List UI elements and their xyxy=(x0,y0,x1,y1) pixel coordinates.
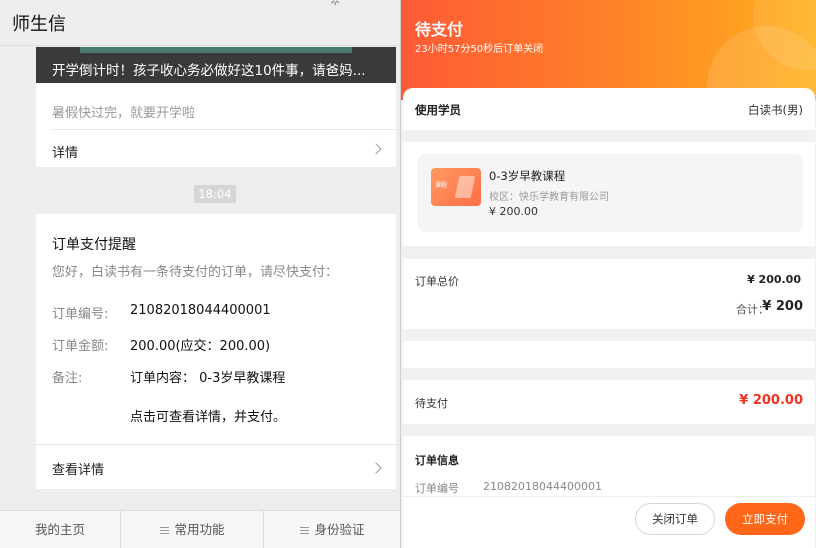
article-card[interactable]: 开学倒计时！孩子收心务必做好这10件事，请爸妈... 暑假快过完，就要开学啦 详… xyxy=(36,47,396,167)
chevron-right-icon xyxy=(370,143,382,155)
close-order-button[interactable]: 关闭订单 xyxy=(635,503,715,535)
notice-title: 订单支付提醒 xyxy=(52,237,136,253)
remark-label: 备注: xyxy=(52,371,83,386)
article-detail-link[interactable]: 详情 xyxy=(36,130,396,167)
bottom-menu: 我的主页 常用功能 身份验证 xyxy=(0,510,400,548)
pending-amount: ¥ 200.00 xyxy=(739,393,803,408)
menu-label: 我的主页 xyxy=(34,522,85,537)
menu-identity-verification[interactable]: 身份验证 xyxy=(265,511,400,548)
banner-strip xyxy=(80,47,352,53)
order-amount-value: 200.00(应交：200.00) xyxy=(130,339,271,354)
article-headline: 开学倒计时！孩子收心务必做好这10件事，请爸妈... xyxy=(52,63,366,79)
total-section: 订单总价 ¥ 200.00 合计： ¥ 200 xyxy=(403,259,815,329)
view-detail-link[interactable]: 查看详情 xyxy=(36,445,396,489)
menu-label: 常用功能 xyxy=(174,522,225,537)
course-section: 课程 0-3岁早教课程 校区：快乐学教育有限公司 ¥ 200.00 xyxy=(403,142,815,246)
student-row: 使用学员 白读书(男) xyxy=(403,88,815,130)
course-card[interactable]: 课程 0-3岁早教课程 校区：快乐学教育有限公司 ¥ 200.00 xyxy=(417,154,803,232)
article-banner-image: 开学倒计时！孩子收心务必做好这10件事，请爸妈... xyxy=(36,47,396,83)
action-bar: 关闭订单 立即支付 xyxy=(403,496,815,542)
order-notice-card[interactable]: 订单支付提醒 您好，白读书有一条待支付的订单，请尽快支付： 订单编号: 2108… xyxy=(36,214,396,489)
order-total-value: ¥ 200.00 xyxy=(747,273,801,286)
payment-panel: 待支付 23小时57分50秒后订单关闭 使用学员 白读书(男) 课程 0-3岁早… xyxy=(400,0,816,548)
payment-status-title: 待支付 xyxy=(415,20,464,39)
more-icon[interactable]: ✲ xyxy=(330,0,340,8)
submenu-icon xyxy=(160,527,170,534)
pending-label: 待支付 xyxy=(415,397,448,410)
menu-label: 身份验证 xyxy=(314,522,365,537)
course-price: ¥ 200.00 xyxy=(489,205,538,218)
article-summary: 暑假快过完，就要开学啦 xyxy=(52,106,196,121)
chat-header: 师生信 ✲ xyxy=(0,0,400,46)
sum-value: ¥ 200 xyxy=(762,299,803,314)
info-order-no-label: 订单编号 xyxy=(415,482,459,495)
view-detail-label: 查看详情 xyxy=(52,463,105,478)
pay-hint: 点击可查看详情，并支付。 xyxy=(130,410,287,425)
menu-my-homepage[interactable]: 我的主页 xyxy=(0,511,121,548)
info-order-no-value: 21082018044400001 xyxy=(483,480,602,493)
chat-pane: 师生信 ✲ 开学倒计时！孩子收心务必做好这10件事，请爸妈... 暑假快过完，就… xyxy=(0,0,400,548)
order-total-label: 订单总价 xyxy=(415,275,459,288)
pending-section: 待支付 ¥ 200.00 xyxy=(403,380,815,424)
menu-common-functions[interactable]: 常用功能 xyxy=(122,511,264,548)
student-label: 使用学员 xyxy=(415,103,461,117)
payment-header: 待支付 23小时57分50秒后订单关闭 xyxy=(401,0,816,100)
thumbnail-label: 课程 xyxy=(435,182,448,189)
notice-intro: 您好，白读书有一条待支付的订单，请尽快支付： xyxy=(52,265,339,280)
blank-section xyxy=(403,341,815,368)
order-amount-label: 订单金额: xyxy=(52,339,109,354)
remark-value: 订单内容： 0-3岁早教课程 xyxy=(130,371,286,386)
submenu-icon xyxy=(300,527,310,534)
order-no-label: 订单编号: xyxy=(52,307,109,322)
chevron-right-icon xyxy=(370,462,382,474)
message-timestamp: 18:04 xyxy=(194,185,236,203)
article-detail-label: 详情 xyxy=(52,146,79,161)
order-no-value: 21082018044400001 xyxy=(130,303,271,318)
course-name: 0-3岁早教课程 xyxy=(489,169,566,183)
pay-now-button[interactable]: 立即支付 xyxy=(725,503,805,535)
chat-title: 师生信 xyxy=(12,14,66,35)
thumbnail-shape xyxy=(454,176,476,198)
order-info-title: 订单信息 xyxy=(415,454,459,467)
course-thumbnail: 课程 xyxy=(431,168,481,206)
course-campus: 校区：快乐学教育有限公司 xyxy=(489,192,609,203)
student-name: 白读书(男) xyxy=(748,103,803,117)
close-countdown: 23小时57分50秒后订单关闭 xyxy=(415,44,544,55)
